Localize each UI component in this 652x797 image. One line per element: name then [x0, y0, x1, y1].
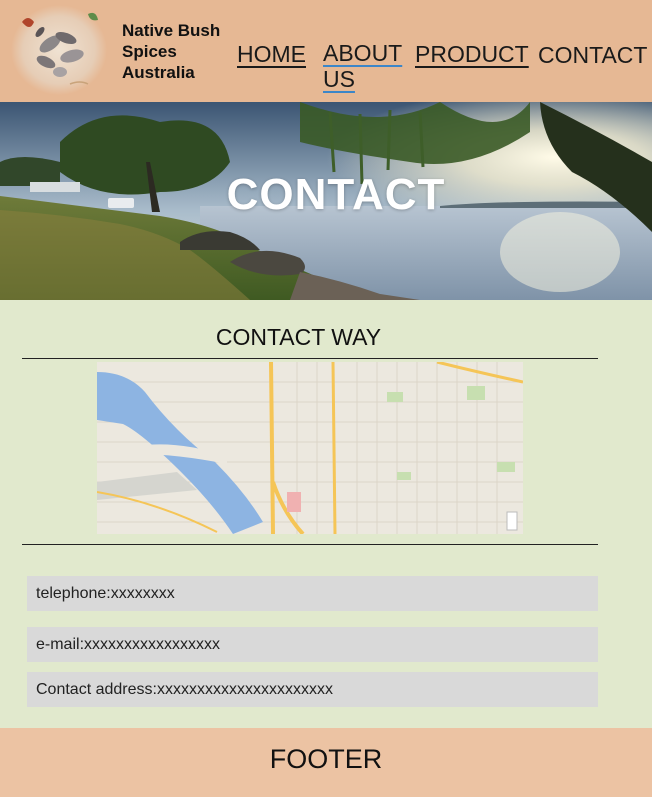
nav-about-label-line2: US [323, 66, 355, 92]
map-embed[interactable] [97, 362, 523, 534]
hero-banner: CONTACT [0, 102, 652, 300]
nav-home-link[interactable]: HOME [237, 41, 306, 67]
telephone-field: telephone:xxxxxxxx [27, 576, 598, 611]
address-field: Contact address:xxxxxxxxxxxxxxxxxxxxxx [27, 672, 598, 707]
divider-top [22, 358, 598, 359]
nav-about-label-line1: ABOUT [323, 40, 403, 66]
nav-about-link[interactable]: ABOUT US [323, 40, 403, 92]
brand-name: Native Bush Spices Australia [122, 21, 221, 82]
contact-section: CONTACT WAY telephone:xxxxxxxx e-mail:xx… [0, 300, 652, 728]
nav-contact-link[interactable]: CONTACT [538, 42, 647, 68]
hero-title: CONTACT [226, 170, 446, 219]
divider-bottom [22, 544, 598, 545]
section-title: CONTACT WAY [215, 324, 382, 350]
email-field: e-mail:xxxxxxxxxxxxxxxxx [27, 627, 598, 662]
nav-product-link[interactable]: PRODUCT [415, 41, 529, 67]
site-footer: FOOTER [0, 728, 652, 797]
site-header: Native Bush Spices Australia HOME ABOUT … [0, 0, 652, 102]
footer-label: FOOTER [269, 744, 383, 774]
logo-icon[interactable] [10, 4, 108, 96]
